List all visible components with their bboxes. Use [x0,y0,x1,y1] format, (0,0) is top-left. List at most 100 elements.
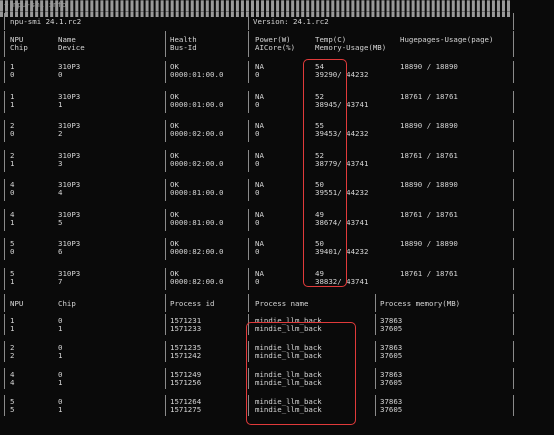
column-divider [513,294,514,312]
npu-aicore: 0 [255,129,260,138]
npu-hugepages: 18761 / 18761 [400,91,458,101]
column-divider [165,395,166,416]
process-id: 1571256 [170,378,202,387]
column-divider [4,90,5,113]
npu-hugepages: 18761 / 18761 [400,268,458,278]
column-divider [4,149,5,172]
column-divider [165,120,166,142]
process-chip: 1 [58,378,63,387]
proc-col-pname: Process name [255,299,309,308]
npu-aicore: 0 [255,247,260,256]
process-npu: 4 [10,378,15,387]
process-chip: 1 [58,405,63,414]
npu-device: 0 [58,70,63,79]
column-divider [165,61,166,83]
column-divider [4,267,5,290]
col-hugepages-header: Hugepages-Usage(page) [400,35,494,44]
column-divider [165,314,166,335]
column-divider [248,208,249,231]
npu-hugepages: 18890 / 18890 [400,121,458,130]
column-divider [375,341,376,362]
npu-chip: 1 [10,276,15,286]
highlight-box-process-names [246,322,356,425]
column-divider [165,267,166,290]
column-divider [4,61,5,83]
npu-aicore: 0 [255,276,260,286]
column-divider [248,238,249,260]
col-busid-header: Bus-Id [170,43,197,52]
column-divider [248,120,249,142]
column-divider [4,368,5,389]
column-divider [248,31,249,57]
process-chip: 1 [58,351,63,360]
command-prompt: ~ npu-smi info [4,0,67,9]
process-npu: 2 [10,351,15,360]
col-aicore-header: AICore(%) [255,43,296,52]
column-divider [165,208,166,231]
column-divider [165,368,166,389]
npu-bus-id: 0000:02:00.0 [170,158,224,168]
npu-bus-id: 0000:02:00.0 [170,129,224,138]
column-divider [513,120,514,142]
npu-device: 7 [58,276,63,286]
npu-device: 1 [58,99,63,109]
process-memory: 37605 [380,378,403,387]
process-memory: 37605 [380,405,403,414]
column-divider [165,179,166,201]
npu-aicore: 0 [255,70,260,79]
highlight-box-temp-memory [303,59,347,287]
column-divider [513,149,514,172]
npu-device: 6 [58,247,63,256]
smi-title: npu-smi 24.1.rc2 [10,17,82,26]
column-divider [4,208,5,231]
npu-device: 4 [58,188,63,197]
process-id: 1571242 [170,351,202,360]
terminal-window[interactable]: ~ npu-smi info npu-smi 24.1.rc2 Version: 2… [0,0,554,435]
npu-chip: 0 [10,188,15,197]
column-divider [375,314,376,335]
column-divider [248,294,249,312]
column-divider [513,13,514,30]
column-divider [513,208,514,231]
column-divider [513,267,514,290]
column-divider [513,238,514,260]
column-divider [4,120,5,142]
npu-chip: 1 [10,217,15,227]
process-id: 1571233 [170,324,202,333]
column-divider [375,368,376,389]
npu-aicore: 0 [255,99,260,109]
npu-hugepages: 18890 / 18890 [400,239,458,248]
npu-chip: 0 [10,70,15,79]
col-chip-header: Chip [10,43,28,52]
column-divider [248,267,249,290]
proc-col-pid: Process id [170,299,215,308]
column-divider [165,31,166,57]
column-divider [4,395,5,416]
column-divider [513,368,514,389]
column-divider [513,31,514,57]
column-divider [4,294,5,312]
column-divider [375,294,376,312]
col-device-header: Device [58,43,85,52]
column-divider [513,179,514,201]
column-divider [248,61,249,83]
npu-hugepages: 18761 / 18761 [400,150,458,160]
column-divider [248,149,249,172]
column-divider [165,149,166,172]
npu-chip: 1 [10,158,15,168]
process-memory: 37605 [380,324,403,333]
npu-hugepages: 18890 / 18890 [400,180,458,189]
column-divider [248,90,249,113]
column-divider [165,90,166,113]
column-divider [513,395,514,416]
npu-bus-id: 0000:01:00.0 [170,99,224,109]
column-divider [4,341,5,362]
npu-bus-id: 0000:81:00.0 [170,217,224,227]
npu-aicore: 0 [255,158,260,168]
process-chip: 1 [58,324,63,333]
column-divider [4,314,5,335]
npu-chip: 0 [10,247,15,256]
column-divider [4,238,5,260]
column-divider [4,31,5,57]
npu-hugepages: 18890 / 18890 [400,62,458,71]
